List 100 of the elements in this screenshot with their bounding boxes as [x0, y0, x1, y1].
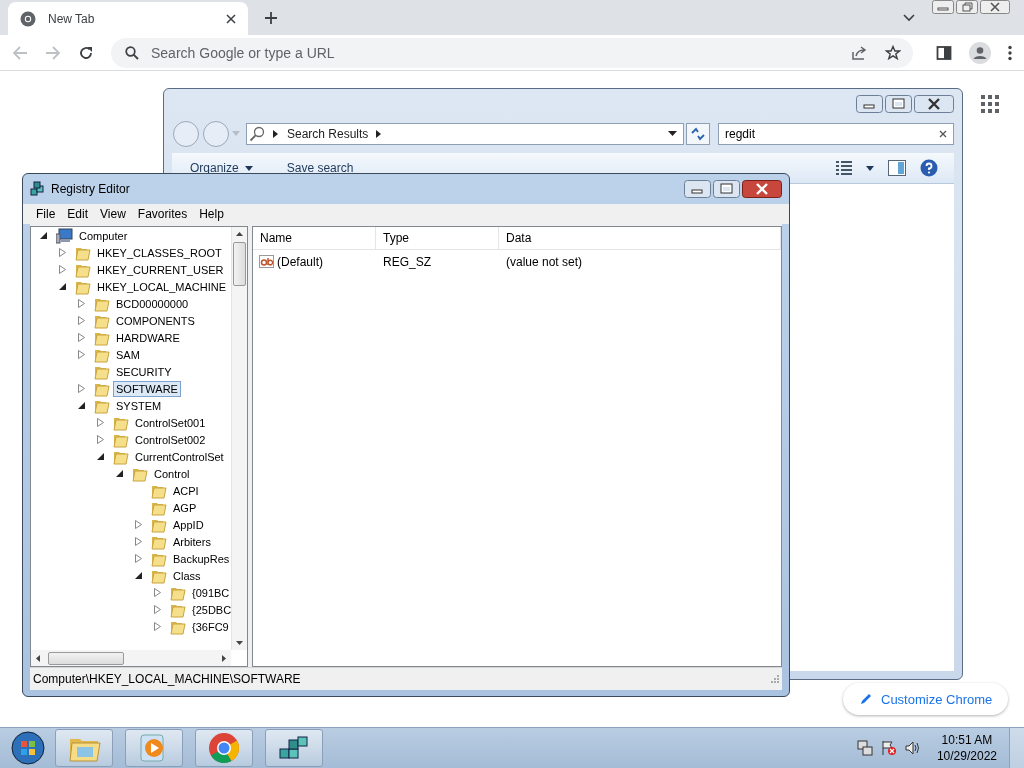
reload-icon[interactable] [78, 44, 94, 61]
menu-icon[interactable] [1008, 44, 1012, 61]
collapse-triangle-icon[interactable] [58, 282, 67, 291]
expand-triangle-icon[interactable] [77, 333, 86, 342]
tree-item[interactable]: Arbiters [170, 533, 214, 550]
clear-icon[interactable] [939, 130, 947, 138]
column-header[interactable]: Type [376, 227, 499, 249]
collapse-triangle-icon[interactable] [96, 452, 105, 461]
breadcrumb-arrow-icon[interactable] [376, 130, 383, 138]
menu-item[interactable]: Favorites [132, 207, 193, 221]
preview-pane-icon[interactable] [888, 160, 906, 176]
expand-triangle-icon[interactable] [153, 588, 162, 597]
menu-item[interactable]: Help [194, 207, 229, 221]
maximize-icon[interactable] [885, 95, 912, 113]
close-icon[interactable] [742, 180, 782, 198]
tree-item[interactable]: SAM [113, 346, 143, 363]
tree-item[interactable]: Control [151, 465, 193, 482]
menu-item[interactable]: Edit [62, 207, 94, 221]
expand-triangle-icon[interactable] [58, 248, 67, 257]
tree-item[interactable]: SOFTWARE [113, 380, 181, 397]
tree-item[interactable]: {36FC9 [189, 618, 231, 635]
expand-triangle-icon[interactable] [96, 418, 105, 427]
expand-triangle-icon[interactable] [77, 384, 86, 393]
expand-triangle-icon[interactable] [77, 316, 86, 325]
collapse-triangle-icon[interactable] [115, 469, 124, 478]
tree-item[interactable]: HKEY_LOCAL_MACHINE [94, 278, 229, 295]
share-icon[interactable] [851, 44, 867, 61]
column-header[interactable]: Name [253, 227, 376, 249]
menu-item[interactable]: File [31, 207, 61, 221]
scroll-down-icon[interactable] [236, 641, 243, 645]
collapse-triangle-icon[interactable] [39, 231, 48, 240]
scroll-thumb[interactable] [48, 651, 124, 665]
side-panel-icon[interactable] [936, 44, 952, 61]
new-tab-icon[interactable] [264, 11, 278, 25]
expand-triangle-icon[interactable] [153, 605, 162, 614]
tree-item[interactable]: Computer [76, 227, 131, 244]
chevron-down-icon[interactable] [903, 14, 915, 22]
tree-item[interactable]: BCD00000000 [113, 295, 192, 312]
scroll-right-icon[interactable] [222, 654, 226, 662]
expand-triangle-icon[interactable] [77, 350, 86, 359]
menu-item[interactable]: View [95, 207, 131, 221]
resize-grip-icon[interactable] [771, 675, 779, 683]
breadcrumb-item[interactable]: Search Results [287, 127, 369, 141]
collapse-triangle-icon[interactable] [77, 401, 86, 410]
clock-date[interactable]: 10/29/2022 [936, 748, 997, 764]
apps-grid-icon[interactable] [981, 95, 999, 113]
tree-item[interactable]: SECURITY [113, 363, 175, 380]
toolbar-button[interactable]: Organize [188, 161, 255, 175]
browser-tab[interactable]: New Tab [8, 2, 248, 35]
volume-icon[interactable] [904, 740, 921, 756]
tree-item[interactable]: CurrentControlSet [132, 448, 227, 465]
collapse-triangle-icon[interactable] [134, 571, 143, 580]
expand-triangle-icon[interactable] [134, 554, 143, 563]
tree-item[interactable]: Class [170, 567, 204, 584]
maximize-icon[interactable] [713, 180, 740, 198]
view-list-icon[interactable] [836, 160, 852, 176]
clock-time[interactable]: 10:51 AM [941, 732, 993, 748]
dropdown-arrow-icon[interactable] [668, 131, 677, 137]
caret-icon[interactable] [866, 165, 874, 171]
minimize-icon[interactable] [684, 180, 711, 198]
expand-triangle-icon[interactable] [96, 435, 105, 444]
taskbar-button[interactable] [265, 729, 323, 767]
toolbar-button[interactable]: Save search [284, 161, 356, 175]
flag-icon[interactable] [880, 740, 897, 756]
scroll-up-icon[interactable] [236, 232, 243, 236]
horizontal-scrollbar[interactable] [31, 650, 231, 666]
expand-triangle-icon[interactable] [134, 537, 143, 546]
customize-button[interactable]: Customize Chrome [843, 683, 1009, 715]
profile-avatar-icon[interactable] [969, 41, 991, 64]
help-icon[interactable] [920, 159, 938, 177]
expand-triangle-icon[interactable] [77, 299, 86, 308]
address-bar[interactable]: Search Google or type a URL [111, 37, 913, 68]
restore-icon[interactable] [956, 0, 978, 14]
vertical-scrollbar[interactable] [231, 227, 247, 650]
expand-triangle-icon[interactable] [58, 265, 67, 274]
minimize-icon[interactable] [856, 95, 883, 113]
tree-item[interactable]: AppID [170, 516, 207, 533]
network-icon[interactable] [856, 740, 873, 756]
tree-item[interactable]: BackupRes [170, 550, 231, 567]
tree-item[interactable]: ACPI [170, 482, 202, 499]
refresh-button[interactable] [686, 123, 710, 145]
tree-item[interactable]: HKEY_CLASSES_ROOT [94, 244, 225, 261]
close-icon[interactable] [226, 13, 236, 24]
taskbar-button[interactable] [195, 729, 253, 767]
tree-item[interactable]: AGP [170, 499, 200, 516]
close-icon[interactable] [914, 95, 954, 113]
tree-item[interactable]: ControlSet002 [132, 431, 209, 448]
expand-triangle-icon[interactable] [134, 520, 143, 529]
address-bar[interactable]: Search Results [246, 123, 684, 145]
tree-item[interactable]: COMPONENTS [113, 312, 198, 329]
tree-item[interactable]: {25DBC [189, 601, 231, 618]
star-icon[interactable] [885, 44, 901, 61]
tree-item[interactable]: ControlSet001 [132, 414, 209, 431]
close-icon[interactable] [980, 0, 1010, 14]
tree-item[interactable]: SYSTEM [113, 397, 165, 414]
expand-triangle-icon[interactable] [153, 622, 162, 631]
breadcrumb-arrow-icon[interactable] [273, 130, 279, 138]
column-header[interactable]: Data [499, 227, 781, 249]
search-field[interactable]: regdit [718, 123, 954, 145]
tree-item[interactable]: {091BC [189, 584, 231, 601]
